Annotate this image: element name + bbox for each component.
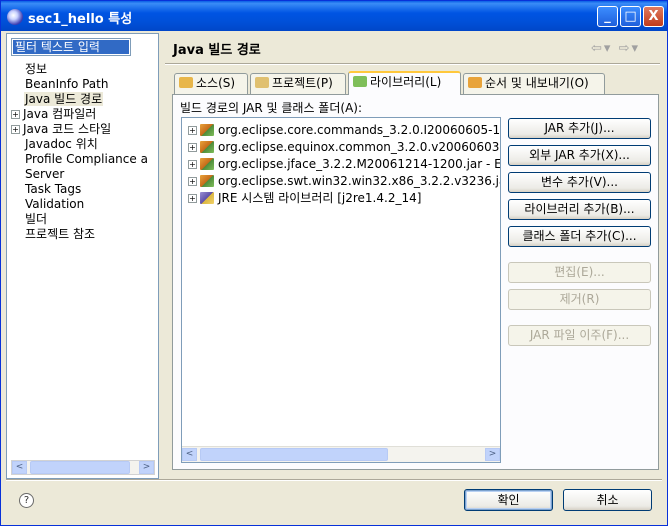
scroll-right-icon[interactable]: > — [139, 461, 154, 474]
footer-separator — [6, 479, 662, 481]
expand-icon[interactable]: + — [188, 143, 197, 152]
tab-label: 프로젝트(P) — [272, 76, 333, 90]
remove-button[interactable]: 제거(R) — [508, 289, 651, 310]
add-class-folder-button[interactable]: 클래스 폴더 추가(C)... — [508, 226, 651, 247]
tree-item-label: Java 빌드 경로 — [24, 92, 104, 106]
tree-item-label: 프로젝트 참조 — [25, 227, 96, 241]
build-path-entry[interactable]: + JRE 시스템 라이브러리 [j2re1.4.2_14] — [188, 190, 421, 206]
scroll-right-icon[interactable]: > — [485, 448, 500, 461]
expand-icon[interactable]: + — [11, 110, 20, 119]
title-separator — [165, 63, 660, 65]
tree-item-label: Profile Compliance a — [25, 152, 148, 166]
tree-item-label: Java 코드 스타일 — [23, 122, 112, 136]
entry-label: JRE 시스템 라이브러리 [j2re1.4.2_14] — [218, 191, 422, 205]
tree-item[interactable]: + Java 컴파일러 — [11, 107, 97, 122]
back-dropdown-icon[interactable]: ▾ — [604, 41, 613, 56]
page-title: Java 빌드 경로 — [173, 43, 261, 58]
tree-item[interactable]: 빌더 — [11, 212, 48, 227]
cancel-button[interactable]: 취소 — [563, 489, 652, 511]
tree-item-label: 정보 — [25, 62, 48, 76]
add-variable-button[interactable]: 변수 추가(V)... — [508, 172, 651, 193]
jar-icon — [200, 175, 214, 187]
tree-item-label: Task Tags — [25, 182, 82, 196]
tree-item-label: Java 컴파일러 — [23, 107, 97, 121]
build-path-entry[interactable]: + org.eclipse.jface_3.2.2.M20061214-1200.… — [188, 156, 501, 172]
tree-item-label: Javadoc 위치 — [25, 137, 98, 151]
tree-item[interactable]: 프로젝트 참조 — [11, 227, 96, 242]
window-title: sec1_hello 특성 — [28, 12, 133, 27]
tab-label: 라이브러리(L) — [370, 75, 442, 89]
expand-icon[interactable]: + — [188, 194, 197, 203]
tab-projects[interactable]: 프로젝트(P) — [250, 73, 346, 94]
forward-arrow-icon[interactable]: ⇨ — [619, 41, 632, 56]
add-external-jar-button[interactable]: 외부 JAR 추가(X)... — [508, 145, 651, 166]
tree-item[interactable]: + Java 코드 스타일 — [11, 122, 112, 137]
back-arrow-icon[interactable]: ⇦ — [591, 41, 604, 56]
edit-button[interactable]: 편집(E)... — [508, 262, 651, 283]
preference-tree-panel: 필터 텍스트 입력 정보 BeanInfo Path Java 빌드 경로 + Java… — [6, 33, 159, 479]
migrate-jar-button[interactable]: JAR 파일 이주(F)... — [508, 325, 651, 346]
project-icon — [255, 77, 269, 88]
tree-item[interactable]: Task Tags — [11, 182, 82, 197]
scroll-left-icon[interactable]: < — [12, 461, 27, 474]
entry-label: org.eclipse.jface_3.2.2.M20061214-1200.j… — [218, 157, 501, 171]
build-path-entry[interactable]: + org.eclipse.equinox.common_3.2.0.v20060… — [188, 139, 501, 155]
libraries-panel: 빌드 경로의 JAR 및 클래스 폴더(A): + org.eclipse.cor… — [172, 94, 659, 470]
library-icon — [353, 76, 367, 87]
build-path-entry[interactable]: + org.eclipse.core.commands_3.2.0.I200606… — [188, 122, 501, 138]
tab-label: 소스(S) — [196, 76, 236, 90]
expand-icon[interactable]: + — [11, 125, 20, 134]
tab-libraries[interactable]: 라이브러리(L) — [348, 71, 461, 95]
build-path-label: 빌드 경로의 JAR 및 클래스 폴더(A): — [180, 101, 363, 115]
scroll-thumb[interactable] — [200, 448, 388, 461]
add-jar-button[interactable]: JAR 추가(J)... — [508, 118, 651, 139]
build-path-entry[interactable]: + org.eclipse.swt.win32.win32.x86_3.2.2.v… — [188, 173, 501, 189]
tree-item[interactable]: BeanInfo Path — [11, 77, 109, 92]
title-bar[interactable]: sec1_hello 특성 _ □ X — [1, 1, 667, 31]
scroll-left-icon[interactable]: < — [182, 448, 197, 461]
filter-input[interactable]: 필터 텍스트 입력 — [11, 38, 131, 56]
filter-text: 필터 텍스트 입력 — [13, 40, 129, 54]
close-button[interactable]: X — [643, 6, 664, 27]
tree-item-label: BeanInfo Path — [25, 77, 109, 91]
tree-item-label: Validation — [25, 197, 85, 211]
properties-window: sec1_hello 특성 _ □ X 필터 텍스트 입력 정보 BeanInfo… — [0, 0, 668, 526]
maximize-button[interactable]: □ — [620, 6, 641, 27]
expand-icon[interactable]: + — [188, 126, 197, 135]
build-path-list[interactable]: + org.eclipse.core.commands_3.2.0.I200606… — [181, 117, 501, 463]
entry-label: org.eclipse.core.commands_3.2.0.I2006060… — [218, 123, 501, 137]
source-folder-icon — [179, 77, 193, 88]
jar-icon — [200, 158, 214, 170]
scroll-thumb[interactable] — [30, 461, 130, 474]
forward-dropdown-icon[interactable]: ▾ — [631, 41, 640, 56]
ok-button[interactable]: 확인 — [464, 489, 553, 511]
jar-icon — [200, 124, 214, 136]
tree-item[interactable]: Server — [11, 167, 65, 182]
help-icon[interactable]: ? — [19, 493, 34, 508]
tree-item[interactable]: 정보 — [11, 62, 48, 77]
tab-order-export[interactable]: 순서 및 내보내기(O) — [463, 73, 605, 94]
tree-item-label: 빌더 — [25, 212, 48, 226]
tab-label: 순서 및 내보내기(O) — [485, 76, 589, 90]
eclipse-icon — [7, 9, 23, 25]
expand-icon[interactable]: + — [188, 177, 197, 186]
tab-source[interactable]: 소스(S) — [174, 73, 248, 94]
add-library-button[interactable]: 라이브러리 추가(B)... — [508, 199, 651, 220]
history-navigation: ⇦▾ ⇨▾ — [591, 41, 640, 56]
jar-icon — [200, 141, 214, 153]
tree-item[interactable]: Profile Compliance a — [11, 152, 149, 167]
minimize-button[interactable]: _ — [597, 6, 618, 27]
entry-label: org.eclipse.equinox.common_3.2.0.v200606… — [218, 140, 501, 154]
tree-item-label: Server — [25, 167, 65, 181]
list-horizontal-scrollbar[interactable]: < > — [182, 446, 500, 462]
tree-item[interactable]: Validation — [11, 197, 85, 212]
expand-icon[interactable]: + — [188, 160, 197, 169]
jre-library-icon — [200, 192, 214, 204]
tree-horizontal-scrollbar[interactable]: < > — [11, 460, 155, 475]
entry-label: org.eclipse.swt.win32.win32.x86_3.2.2.v3… — [218, 174, 501, 188]
tree-item[interactable]: Javadoc 위치 — [11, 137, 99, 152]
tree-item[interactable]: Java 빌드 경로 — [11, 92, 104, 107]
order-export-icon — [468, 77, 482, 88]
